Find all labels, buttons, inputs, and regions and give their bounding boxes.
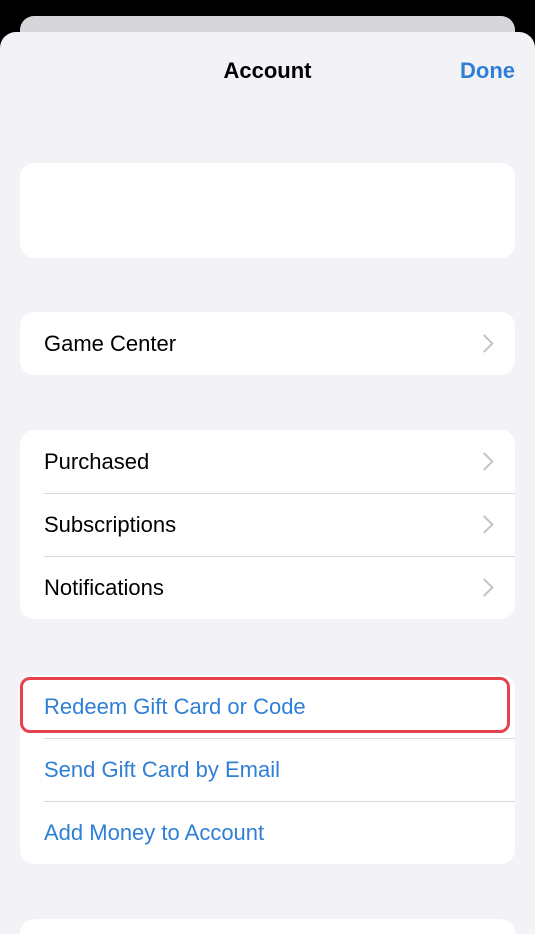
chevron-right-icon <box>475 577 494 597</box>
subscriptions-row[interactable]: Subscriptions <box>20 493 515 556</box>
purchased-row[interactable]: Purchased <box>20 430 515 493</box>
game-center-row[interactable]: Game Center <box>20 312 515 375</box>
chevron-right-icon <box>475 451 494 471</box>
subscriptions-label: Subscriptions <box>44 511 177 537</box>
navigation-bar: Account Done <box>0 32 535 112</box>
next-group-card <box>20 919 515 934</box>
notifications-label: Notifications <box>44 574 164 600</box>
chevron-right-icon <box>475 514 494 534</box>
done-button[interactable]: Done <box>460 58 515 84</box>
add-money-label: Add Money to Account <box>44 819 265 845</box>
notifications-row[interactable]: Notifications <box>20 556 515 619</box>
account-sheet: Account Done Game Center Purchased Subsc… <box>0 32 535 934</box>
chevron-right-icon <box>475 333 494 353</box>
page-title: Account <box>223 58 312 83</box>
game-center-label: Game Center <box>44 330 177 356</box>
account-items-group: Purchased Subscriptions Notifications <box>20 430 515 619</box>
money-actions-group: Redeem Gift Card or Code Send Gift Card … <box>20 675 515 864</box>
send-gift-card-row[interactable]: Send Gift Card by Email <box>20 738 515 801</box>
purchased-label: Purchased <box>44 448 150 474</box>
add-money-row[interactable]: Add Money to Account <box>20 801 515 864</box>
redeem-gift-card-label: Redeem Gift Card or Code <box>44 693 306 719</box>
profile-card[interactable] <box>20 163 515 258</box>
game-center-group: Game Center <box>20 312 515 375</box>
send-gift-card-label: Send Gift Card by Email <box>44 756 280 782</box>
redeem-gift-card-row[interactable]: Redeem Gift Card or Code <box>20 675 515 738</box>
